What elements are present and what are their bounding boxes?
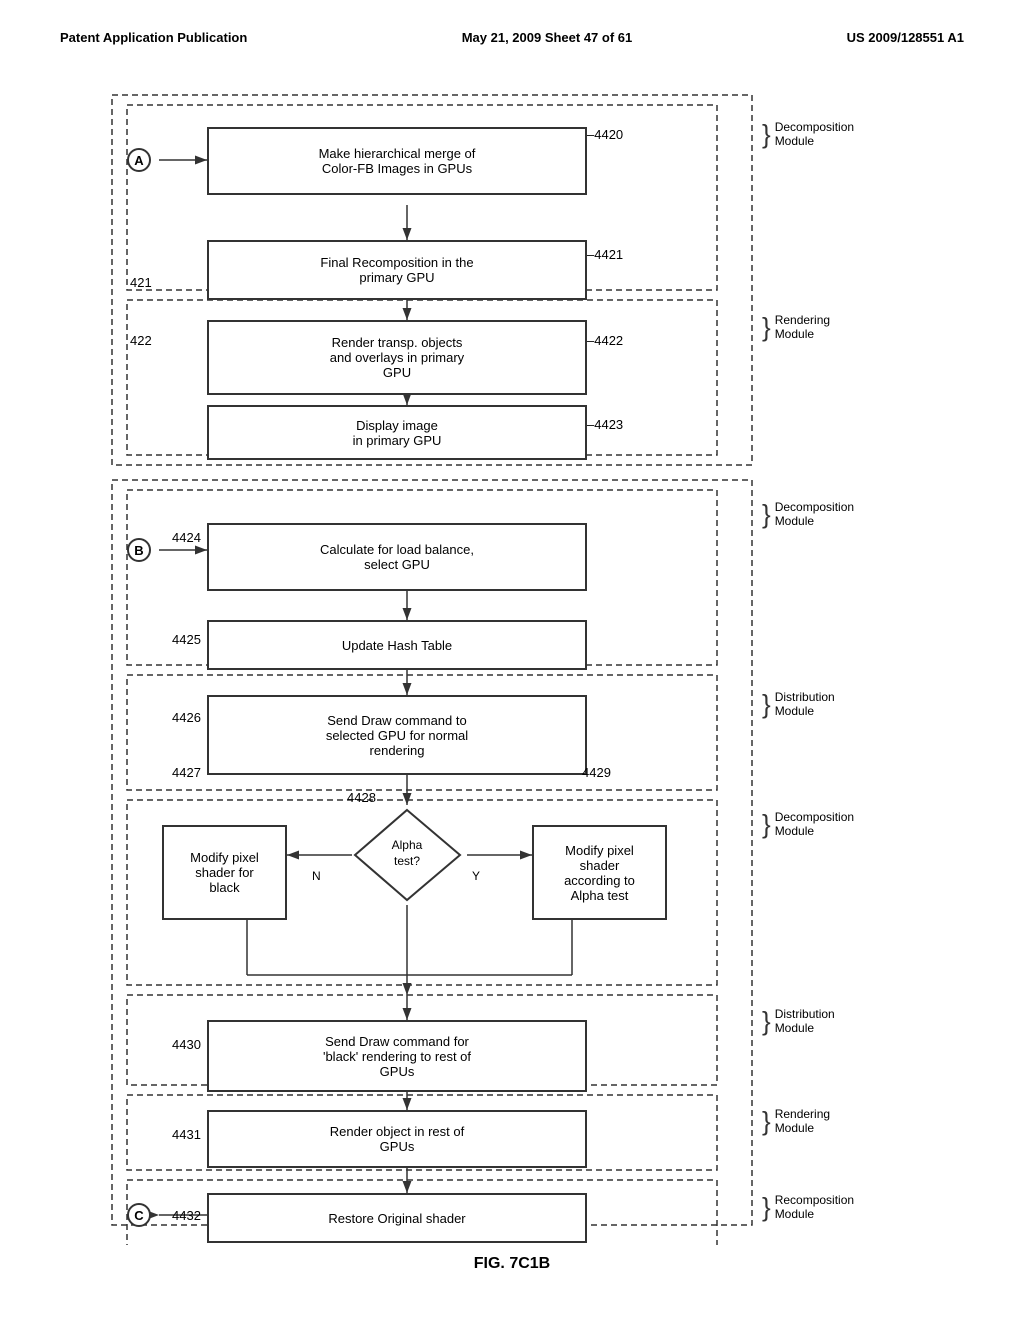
circle-A: A xyxy=(127,148,151,172)
label-4426: 4426 xyxy=(172,710,201,725)
node-4424: Calculate for load balance,select GPU xyxy=(207,523,587,591)
page-header: Patent Application Publication May 21, 2… xyxy=(40,20,984,65)
node-4423: Display imagein primary GPU xyxy=(207,405,587,460)
node-4430: Send Draw command for'black' rendering t… xyxy=(207,1020,587,1092)
label-4423: –4423 xyxy=(587,417,623,432)
node-4420: Make hierarchical merge ofColor-FB Image… xyxy=(207,127,587,195)
module-decomp3: } DecompositionModule xyxy=(762,810,854,838)
node-4427-modify: Modify pixelshader forblack xyxy=(162,825,287,920)
label-N: N xyxy=(312,869,321,883)
module-recomp: } RecompositionModule xyxy=(762,1193,854,1221)
node-4422: Render transp. objectsand overlays in pr… xyxy=(207,320,587,395)
node-4426: Send Draw command toselected GPU for nor… xyxy=(207,695,587,775)
label-421: 421 xyxy=(130,275,152,290)
label-4421: –4421 xyxy=(587,247,623,262)
label-4422: –4422 xyxy=(587,333,623,348)
label-4425: 4425 xyxy=(172,632,201,647)
module-dist1: } DistributionModule xyxy=(762,690,835,718)
label-4431: 4431 xyxy=(172,1127,201,1142)
label-Y: Y xyxy=(472,869,480,883)
node-4432: Restore Original shader xyxy=(207,1193,587,1243)
label-422: 422 xyxy=(130,333,152,348)
svg-text:Alpha: Alpha xyxy=(392,838,423,852)
label-4429: 4429 xyxy=(582,765,611,780)
label-4420: –4420 xyxy=(587,127,623,142)
circle-B: B xyxy=(127,538,151,562)
figure-caption: FIG. 7C1B xyxy=(40,1255,984,1273)
module-dist2: } DistributionModule xyxy=(762,1007,835,1035)
label-4428: 4428 xyxy=(347,790,376,805)
header-center: May 21, 2009 Sheet 47 of 61 xyxy=(462,30,633,45)
label-4432: 4432 xyxy=(172,1208,201,1223)
circle-C: C xyxy=(127,1203,151,1227)
node-4429-modify: Modify pixelshaderaccording toAlpha test xyxy=(532,825,667,920)
diamond-svg: Alpha test? xyxy=(350,805,465,905)
diamond-4428: Alpha test? xyxy=(350,805,465,910)
header-right: US 2009/128551 A1 xyxy=(847,30,964,45)
node-4425: Update Hash Table xyxy=(207,620,587,670)
page: Patent Application Publication May 21, 2… xyxy=(0,0,1024,1320)
module-decomp2: } DecompositionModule xyxy=(762,500,854,528)
node-4431: Render object in rest ofGPUs xyxy=(207,1110,587,1168)
node-4421: Final Recomposition in theprimary GPU xyxy=(207,240,587,300)
svg-text:test?: test? xyxy=(394,854,420,868)
header-left: Patent Application Publication xyxy=(60,30,247,45)
label-4424: 4424 xyxy=(172,530,201,545)
label-4430: 4430 xyxy=(172,1037,201,1052)
diagram-area: A Make hierarchical merge ofColor-FB Ima… xyxy=(52,65,972,1245)
module-rendering2: } RenderingModule xyxy=(762,1107,830,1135)
module-rendering1: } RenderingModule xyxy=(762,313,830,341)
label-4427: 4427 xyxy=(172,765,201,780)
module-decomp1: } DecompositionModule xyxy=(762,120,854,148)
